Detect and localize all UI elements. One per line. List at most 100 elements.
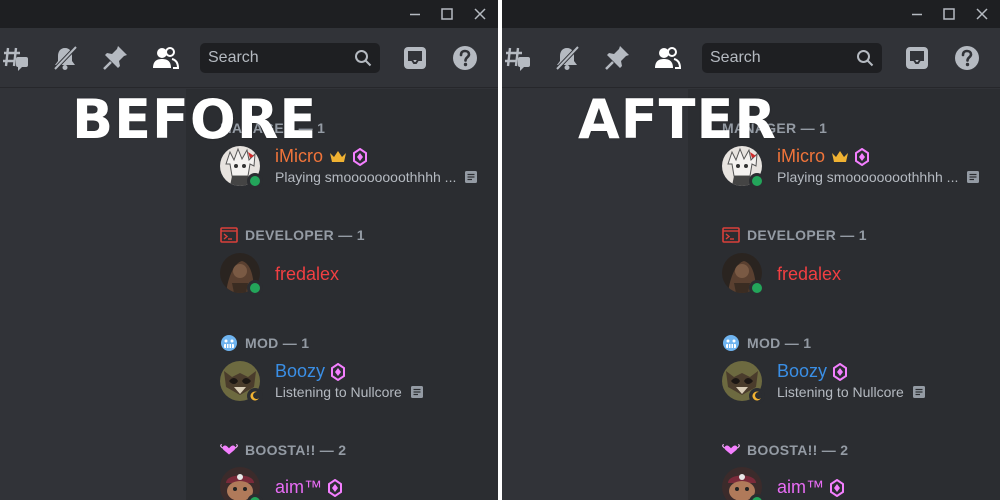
comparison-canvas: Search MANAGER — 1 iMicro Playing smoooo… bbox=[0, 0, 1000, 500]
search-input[interactable]: Search bbox=[200, 43, 380, 73]
group-title: MOD — 1 bbox=[747, 335, 812, 351]
member-activity: Playing smoooooooothhhh ... bbox=[275, 169, 457, 185]
member-name-row: Boozy bbox=[777, 361, 848, 382]
member-item-boozy[interactable]: Boozy Listening to Nullcore bbox=[722, 361, 992, 407]
inbox-icon[interactable] bbox=[903, 44, 931, 72]
online-status-icon bbox=[749, 173, 765, 189]
member-name-row: iMicro bbox=[777, 146, 869, 167]
group-title: BOOSTA!! — 2 bbox=[747, 442, 849, 458]
member-activity-row: Listening to Nullcore bbox=[777, 384, 926, 400]
search-icon bbox=[354, 49, 372, 67]
help-icon[interactable] bbox=[953, 44, 981, 72]
member-activity-row: Listening to Nullcore bbox=[275, 384, 424, 400]
minimize-icon[interactable] bbox=[405, 4, 425, 24]
pin-icon[interactable] bbox=[101, 44, 129, 72]
after-panel: Search MANAGER — 1 iMicro Playing smoooo… bbox=[502, 0, 1000, 500]
before-label: BEFORE bbox=[72, 88, 318, 151]
search-input[interactable]: Search bbox=[702, 43, 882, 73]
member-name-row: Boozy bbox=[275, 361, 346, 382]
grimace-emoji-icon bbox=[220, 334, 238, 352]
member-list-icon[interactable] bbox=[151, 44, 179, 72]
crown-icon bbox=[329, 150, 347, 164]
search-placeholder: Search bbox=[208, 49, 259, 66]
member-name: iMicro bbox=[777, 146, 825, 166]
member-activity-row: Playing smoooooooothhhh ... bbox=[275, 169, 478, 185]
mute-notifications-icon[interactable] bbox=[553, 44, 581, 72]
group-header-boosta: BOOSTA!! — 2 bbox=[722, 440, 848, 460]
rich-presence-icon bbox=[464, 170, 478, 184]
window-titlebar bbox=[502, 0, 1000, 28]
channel-toolbar: Search bbox=[502, 28, 1000, 88]
online-status-icon bbox=[247, 494, 263, 500]
member-name: Boozy bbox=[275, 361, 326, 381]
help-icon[interactable] bbox=[451, 44, 479, 72]
group-title: MOD — 1 bbox=[245, 335, 310, 351]
threads-icon[interactable] bbox=[504, 44, 532, 72]
member-name: aim™ bbox=[275, 477, 323, 497]
member-name: fredalex bbox=[275, 264, 340, 284]
search-icon bbox=[856, 49, 874, 67]
boost-gem-icon bbox=[328, 478, 343, 497]
group-header-developer: DEVELOPER — 1 bbox=[220, 225, 365, 245]
channel-toolbar: Search bbox=[0, 28, 498, 88]
member-item-boozy[interactable]: Boozy Listening to Nullcore bbox=[220, 361, 490, 407]
member-item-aim[interactable]: aim™ bbox=[220, 467, 490, 500]
idle-status-icon bbox=[749, 388, 765, 404]
member-item-fredalex[interactable]: fredalex bbox=[722, 253, 992, 299]
threads-icon[interactable] bbox=[2, 44, 30, 72]
hearts-icon bbox=[722, 441, 740, 459]
group-header-mod: MOD — 1 bbox=[220, 333, 309, 353]
rich-presence-icon bbox=[966, 170, 980, 184]
terminal-icon bbox=[220, 226, 238, 244]
rich-presence-icon bbox=[912, 385, 926, 399]
boost-gem-icon bbox=[833, 362, 848, 381]
member-name-row: aim™ bbox=[275, 477, 343, 498]
member-name: fredalex bbox=[777, 264, 842, 284]
group-title: DEVELOPER — 1 bbox=[245, 227, 365, 243]
member-item-aim[interactable]: aim™ bbox=[722, 467, 992, 500]
group-title: BOOSTA!! — 2 bbox=[245, 442, 347, 458]
online-status-icon bbox=[749, 494, 765, 500]
online-status-icon bbox=[749, 280, 765, 296]
after-label: AFTER bbox=[578, 88, 777, 151]
hearts-icon bbox=[220, 441, 238, 459]
member-name-row: fredalex bbox=[275, 264, 339, 285]
member-name: Boozy bbox=[777, 361, 828, 381]
boost-gem-icon bbox=[331, 362, 346, 381]
member-activity: Listening to Nullcore bbox=[275, 384, 402, 400]
member-name-row: fredalex bbox=[777, 264, 841, 285]
window-titlebar bbox=[0, 0, 498, 28]
member-item-imicro[interactable]: iMicro Playing smoooooooothhhh ... bbox=[722, 146, 992, 192]
member-item-fredalex[interactable]: fredalex bbox=[220, 253, 490, 299]
minimize-icon[interactable] bbox=[907, 4, 927, 24]
boost-gem-icon bbox=[353, 147, 367, 166]
crown-icon bbox=[831, 150, 849, 164]
group-title: DEVELOPER — 1 bbox=[747, 227, 867, 243]
close-icon[interactable] bbox=[972, 4, 992, 24]
close-icon[interactable] bbox=[470, 4, 490, 24]
terminal-icon bbox=[722, 226, 740, 244]
idle-status-icon bbox=[247, 388, 263, 404]
member-name: aim™ bbox=[777, 477, 825, 497]
before-panel: Search MANAGER — 1 iMicro Playing smoooo… bbox=[0, 0, 498, 500]
maximize-icon[interactable] bbox=[939, 4, 959, 24]
member-activity: Playing smoooooooothhhh ... bbox=[777, 169, 959, 185]
inbox-icon[interactable] bbox=[401, 44, 429, 72]
rich-presence-icon bbox=[410, 385, 424, 399]
group-header-boosta: BOOSTA!! — 2 bbox=[220, 440, 346, 460]
pin-icon[interactable] bbox=[603, 44, 631, 72]
group-header-mod: MOD — 1 bbox=[722, 333, 811, 353]
member-list-icon[interactable] bbox=[653, 44, 681, 72]
member-item-imicro[interactable]: iMicro Playing smoooooooothhhh ... bbox=[220, 146, 490, 192]
maximize-icon[interactable] bbox=[437, 4, 457, 24]
online-status-icon bbox=[247, 173, 263, 189]
search-placeholder: Search bbox=[710, 49, 761, 66]
grimace-emoji-icon bbox=[722, 334, 740, 352]
online-status-icon bbox=[247, 280, 263, 296]
boost-gem-icon bbox=[830, 478, 845, 497]
mute-notifications-icon[interactable] bbox=[51, 44, 79, 72]
member-activity-row: Playing smoooooooothhhh ... bbox=[777, 169, 980, 185]
member-activity: Listening to Nullcore bbox=[777, 384, 904, 400]
boost-gem-icon bbox=[855, 147, 869, 166]
member-name-row: aim™ bbox=[777, 477, 845, 498]
